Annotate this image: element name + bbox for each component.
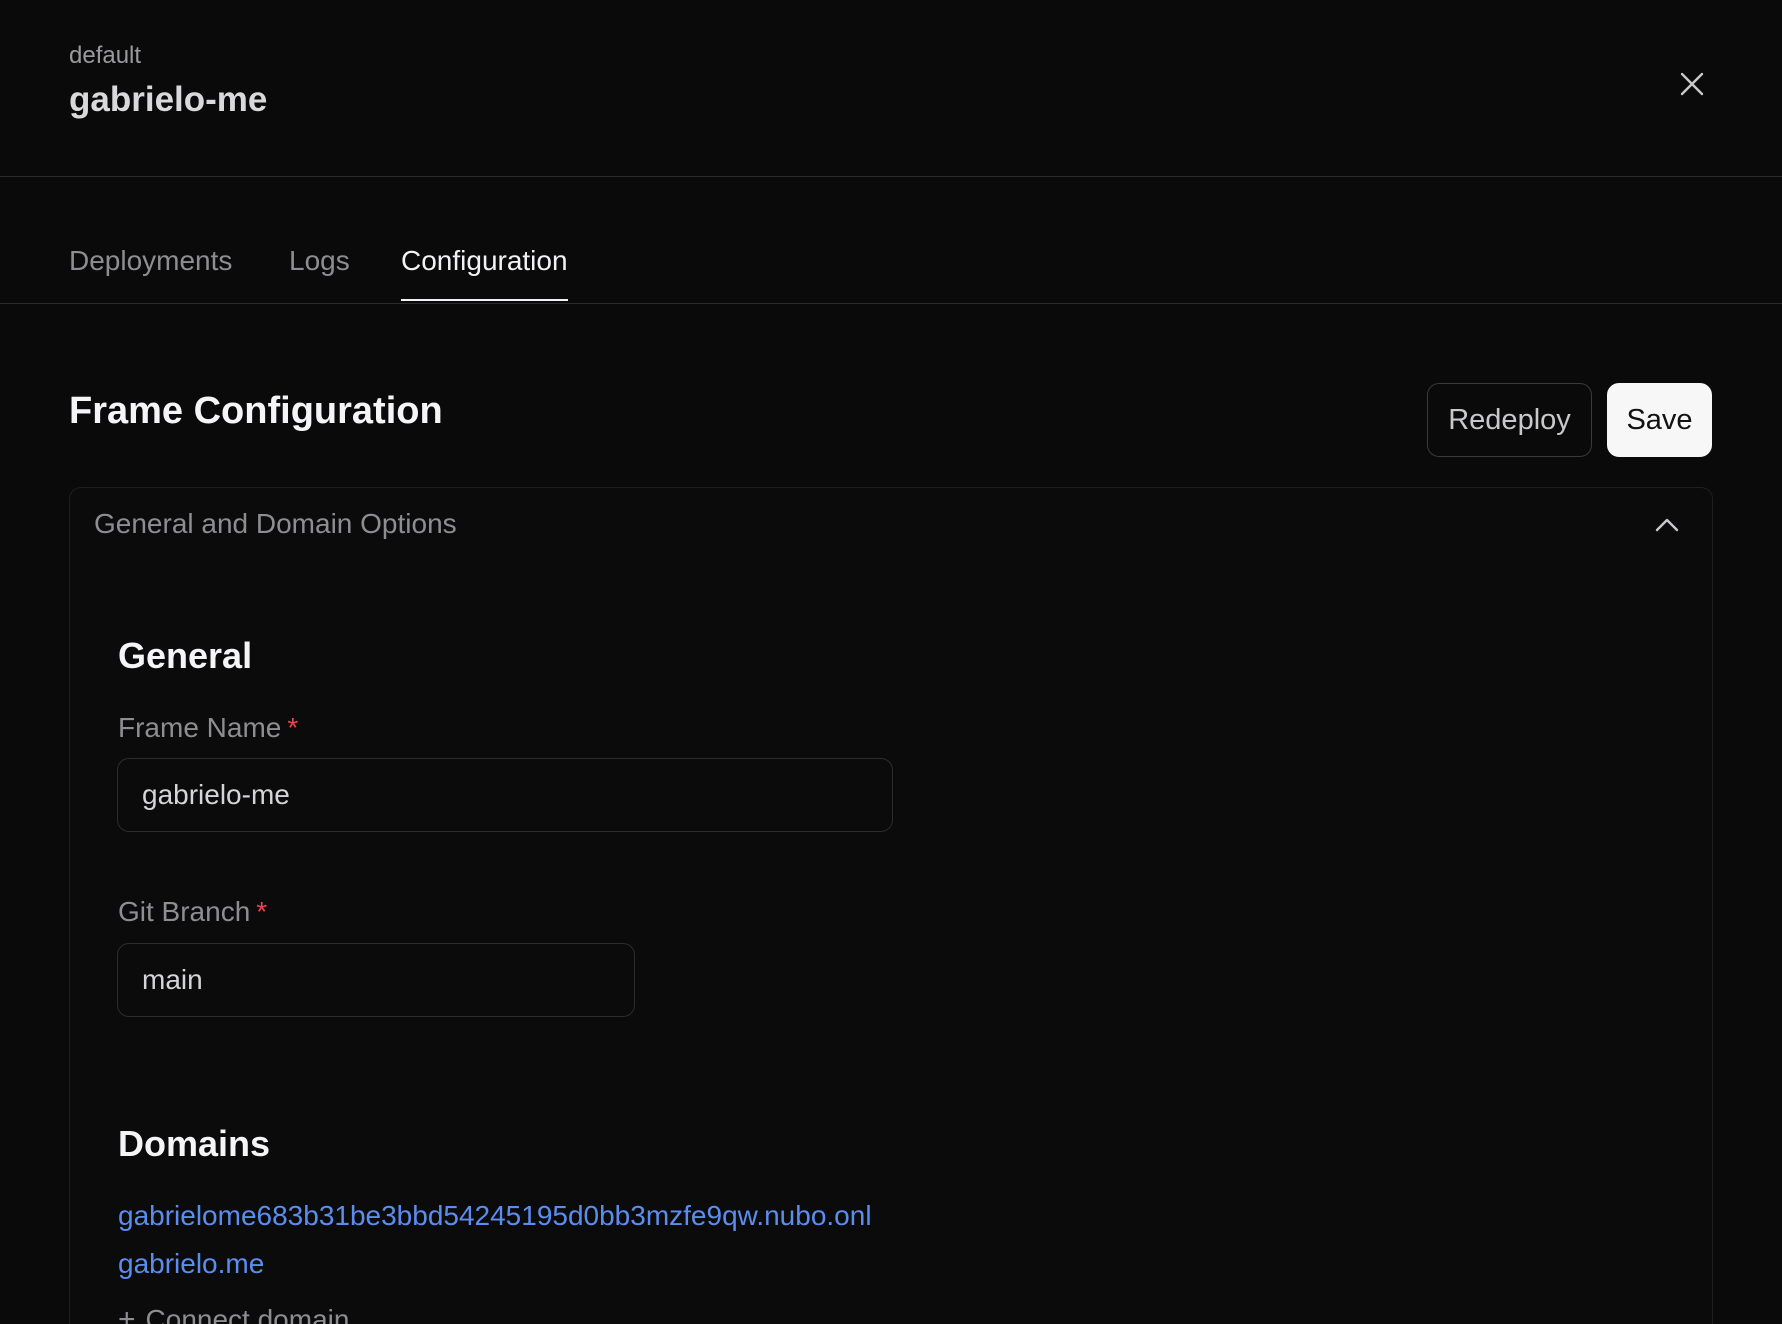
git-branch-label-text: Git Branch: [118, 896, 251, 927]
git-branch-label: Git Branch *: [118, 896, 267, 928]
collapse-button[interactable]: [1652, 510, 1682, 540]
tab-bar: Deployments Logs Configuration: [0, 177, 1782, 304]
domains-heading: Domains: [118, 1123, 271, 1164]
project-title: gabrielo-me: [69, 80, 268, 119]
tab-deployments[interactable]: Deployments: [69, 245, 232, 299]
chevron-up-icon: [1655, 518, 1679, 532]
configuration-page: default gabrielo-me Deployments Logs Con…: [0, 0, 1782, 1324]
general-heading: General: [118, 635, 253, 676]
domain-link[interactable]: gabrielo.me: [118, 1248, 264, 1280]
plus-icon: +: [118, 1303, 136, 1324]
redeploy-button[interactable]: Redeploy: [1427, 383, 1592, 457]
tab-logs[interactable]: Logs: [289, 245, 350, 299]
connect-domain-button[interactable]: + Connect domain: [118, 1303, 349, 1324]
git-branch-input[interactable]: [117, 943, 635, 1017]
domain-link[interactable]: gabrielome683b31be3bbd54245195d0bb3mzfe9…: [118, 1200, 872, 1232]
general-domain-panel: General and Domain Options General Frame…: [69, 487, 1713, 1324]
tab-configuration[interactable]: Configuration: [401, 245, 568, 301]
panel-title[interactable]: General and Domain Options: [94, 508, 457, 540]
frame-name-label: Frame Name *: [118, 712, 298, 744]
close-icon: [1680, 72, 1704, 96]
page-header: default gabrielo-me: [0, 0, 1782, 177]
save-button[interactable]: Save: [1607, 383, 1712, 457]
close-button[interactable]: [1674, 66, 1710, 102]
workspace-name: default: [69, 42, 142, 69]
frame-name-label-text: Frame Name: [118, 712, 282, 743]
frame-name-input[interactable]: [117, 758, 893, 832]
required-mark: *: [287, 712, 299, 743]
connect-domain-label: Connect domain: [145, 1304, 350, 1324]
section-title: Frame Configuration: [69, 390, 443, 432]
required-mark: *: [256, 896, 268, 927]
